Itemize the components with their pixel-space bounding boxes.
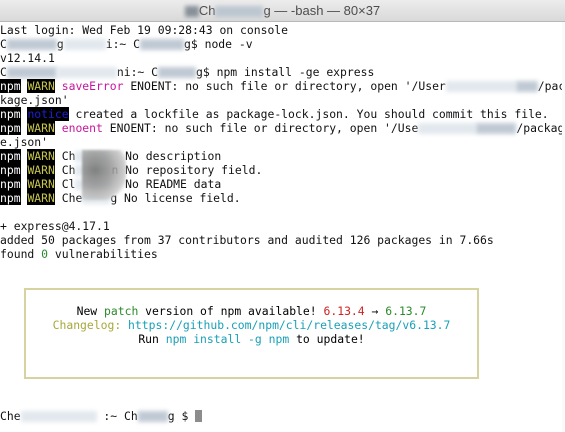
error-message: /packag — [516, 121, 565, 135]
changelog-link[interactable]: https://github.com/npm/cli/releases/tag/… — [121, 318, 450, 332]
login-line: Last login: Wed Feb 19 09:28:43 on conso… — [0, 23, 289, 37]
warn-text: No README data — [111, 177, 222, 191]
found-line: found 0 vulnerabilities — [0, 247, 158, 262]
warn-text: n No repository field. — [111, 163, 263, 177]
warn-tag: WARN — [27, 79, 55, 93]
npm-tag: npm — [0, 191, 21, 205]
warn-text: g No license field. — [110, 191, 241, 205]
redacted-block — [515, 81, 538, 92]
old-version: 6.13.4 — [323, 304, 365, 318]
redacted-block — [140, 39, 185, 50]
title-prefix: Ch — [198, 3, 216, 18]
update-available-line: New patch version of npm available! 6.13… — [26, 304, 477, 318]
changelog-line: Changelog: https://github.com/npm/cli/re… — [26, 318, 477, 332]
redacted-block — [56, 67, 117, 78]
save-error-line: npm WARN saveError ENOENT: no such file … — [0, 79, 565, 94]
vulnerability-count: 0 — [41, 247, 49, 261]
prompt-text: i:~ C — [105, 37, 141, 51]
prompt-text: ni:~ C — [116, 65, 159, 79]
warn-tag: WARN — [27, 177, 55, 191]
prompt-text: C — [0, 65, 7, 79]
update-text: to update! — [289, 332, 365, 346]
warn-pre: Ch — [54, 163, 76, 177]
npm-tag: npm — [0, 149, 21, 163]
run-update-line: Run npm install -g npm to update! — [26, 332, 477, 346]
warn-tag: WARN — [27, 121, 55, 135]
warn-pre: Cl — [54, 177, 76, 191]
prompt-text: Che — [0, 409, 21, 423]
error-code: enoent — [61, 121, 103, 135]
found-text: vulnerabilities — [48, 247, 158, 261]
redacted-block — [445, 81, 516, 92]
redacted-block — [215, 6, 264, 18]
redacted-block — [158, 67, 197, 78]
window-titlebar[interactable]: Ch g — -bash — 80×37 — [0, 0, 565, 22]
changelog-label: Changelog: — [52, 318, 122, 332]
update-text: New — [76, 304, 105, 318]
error-message: ENOENT: no such file or directory, open … — [102, 121, 419, 135]
error-message: ENOENT: no such file or directory, open … — [123, 79, 446, 93]
update-text: Run — [138, 332, 166, 346]
warn-tag: WARN — [27, 163, 55, 177]
save-error-cont: kage.json' — [0, 93, 69, 107]
cursor — [195, 410, 203, 422]
redacted-block — [6, 67, 57, 78]
prompt-line: Cg i:~ C g$ node -v — [0, 37, 253, 52]
new-version: 6.13.7 — [385, 304, 427, 318]
npm-tag: npm — [0, 163, 21, 177]
notice-message: created a lockfile as package-lock.json.… — [68, 107, 549, 121]
prompt-text: C — [0, 37, 7, 51]
final-prompt: Che :~ Ch g $ — [0, 409, 203, 424]
redacted-overlay — [82, 150, 126, 200]
node-version: v12.14.1 — [0, 51, 55, 65]
warn-pre: Ch — [54, 149, 76, 163]
npm-tag: npm — [0, 177, 21, 191]
warn-row: npm WARN Ch n No repository field. — [0, 163, 263, 178]
npm-tag: npm — [0, 107, 21, 121]
redacted-block — [6, 39, 57, 50]
title-suffix: g — -bash — 80×37 — [263, 3, 381, 18]
redacted-block — [476, 123, 517, 134]
update-text: version of npm available! — [138, 304, 324, 318]
warn-tag: WARN — [27, 191, 55, 205]
update-notice-box: New patch version of npm available! 6.13… — [24, 288, 479, 379]
window-title: Ch g — -bash — 80×37 — [0, 3, 565, 18]
installed-line: + express@4.17.1 — [0, 219, 110, 233]
enoent-line: npm WARN enoent ENOENT: no such file or … — [0, 121, 565, 136]
notice-tag: notice — [27, 107, 69, 121]
enoent-cont: e.json' — [0, 135, 49, 149]
redacted-block — [418, 123, 477, 134]
warn-text: No description — [111, 149, 222, 163]
notice-line: npm notice created a lockfile as package… — [0, 107, 549, 122]
error-code: saveError — [61, 79, 124, 93]
command-text: g$ node -v — [184, 37, 253, 51]
prompt-text: g $ — [167, 409, 189, 423]
redacted-block — [184, 6, 199, 18]
warn-pre: Che — [54, 191, 83, 205]
found-text: found — [0, 247, 42, 261]
added-line: added 50 packages from 37 contributors a… — [0, 233, 494, 247]
prompt-line: Cni:~ C g$ npm install -ge express — [0, 65, 375, 80]
redacted-block — [20, 411, 97, 422]
prompt-text: g — [56, 37, 64, 51]
redacted-block — [63, 39, 106, 50]
error-message: /pac — [537, 79, 565, 93]
patch-label: patch — [104, 304, 139, 318]
prompt-text: :~ Ch — [96, 409, 138, 423]
warn-tag: WARN — [27, 149, 55, 163]
update-command: npm install -g npm — [165, 332, 290, 346]
npm-tag: npm — [0, 121, 21, 135]
command-text: g$ npm install -ge express — [196, 65, 375, 79]
arrow: → — [364, 304, 386, 318]
redacted-block — [137, 411, 168, 422]
npm-tag: npm — [0, 79, 21, 93]
